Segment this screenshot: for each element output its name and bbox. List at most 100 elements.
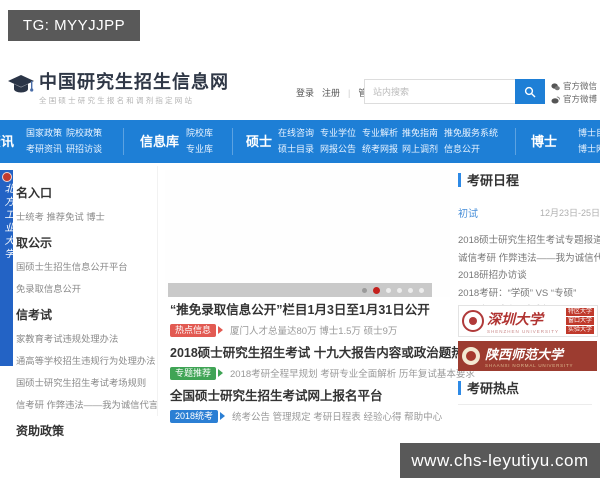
schedule-title-label: 考研日程 <box>467 173 520 188</box>
news-list: “推免录取信息公开”栏目1月3日至1月31日公开 热点信息 厦门人才总量达80万… <box>170 303 476 432</box>
shaanxi-university-seal-icon <box>462 347 480 365</box>
shenzhen-university-name-en: SHENZHEN UNIVERSITY <box>487 328 560 334</box>
nav-link-major-analysis[interactable]: 专业解析 <box>362 126 398 142</box>
nav-link-school-policy[interactable]: 院校政策 <box>66 126 102 142</box>
sidebar-section-admission: 取公示 <box>16 236 53 250</box>
shaanxi-normal-university-ad[interactable]: 陕西师范大学 SHAANXI NORMAL UNIVERSITY <box>458 341 597 371</box>
shenzhen-university-ad[interactable]: 深圳大学 SHENZHEN UNIVERSITY 特区大学 窗口大学 实验大学 <box>458 305 598 337</box>
section-accent-bar <box>458 172 461 187</box>
carousel-dot-3[interactable] <box>386 287 391 293</box>
news-badge-topic[interactable]: 专题推荐 <box>170 366 217 380</box>
search-icon <box>524 86 536 97</box>
sidebar-link-row[interactable]: 信考研 作弊违法——我为诚信代言 <box>16 397 157 411</box>
news-meta: 2018统考 统考公告 管理规定 考研日程表 经验心得 帮助中心 <box>170 409 452 423</box>
nav-link-interview[interactable]: 研招访谈 <box>66 142 102 158</box>
nav-link-phd-catalog[interactable]: 博士目录 <box>578 126 600 142</box>
schedule-item[interactable]: 2018硕士研究生招生考试专题报道 <box>458 232 600 250</box>
schedule-item[interactable]: 2018研招办访谈 <box>458 267 600 285</box>
main-nav: 资讯 国家政策 考研资讯 院校政策 研招访谈 信息库 院校库 专业库 硕士 在线… <box>0 120 600 163</box>
nav-link-online-adjust[interactable]: 网上调剂 <box>402 142 438 158</box>
nav-link-tuimian-guide[interactable]: 推免指南 <box>402 126 438 142</box>
shenzhen-taglines: 特区大学 窗口大学 实验大学 <box>565 308 594 334</box>
login-link[interactable]: 登录 <box>296 86 314 99</box>
nav-section-master[interactable]: 硕士 <box>246 120 272 163</box>
nav-col-master-5: 推免服务系统 信息公开 <box>444 126 498 157</box>
schedule-item[interactable]: 2018考研：“学硕” VS “专硕” <box>458 285 600 303</box>
right-column: 考研日程 初试 12月23日-25日 2018硕士研究生招生考试专题报道 诚信考… <box>458 170 600 320</box>
shenzhen-ad-text: 深圳大学 SHENZHEN UNIVERSITY <box>487 309 566 334</box>
nav-divider-2 <box>232 128 233 155</box>
nav-link-major-db[interactable]: 专业库 <box>186 142 213 158</box>
graduation-cap-icon <box>8 75 34 93</box>
section-accent-bar <box>458 380 461 395</box>
news-badge-hot[interactable]: 热点信息 <box>170 323 217 337</box>
official-weibo-link[interactable]: 官方微博 <box>551 93 597 106</box>
nav-link-professional-degree[interactable]: 专业学位 <box>320 126 356 142</box>
nav-divider-1 <box>123 128 124 155</box>
search-button[interactable] <box>515 79 545 104</box>
carousel-dot-5[interactable] <box>408 287 413 293</box>
schedule-phase-row: 初试 12月23日-25日 <box>458 205 600 220</box>
schedule-date-range: 12月23日-25日 <box>539 208 600 218</box>
sidebar-link-row[interactable]: 国硕士研究生招生考试考场规则 <box>16 375 157 389</box>
badge-arrow-icon <box>218 326 224 334</box>
badge-arrow-icon <box>220 412 226 420</box>
news-badge-exam[interactable]: 2018统考 <box>170 409 219 423</box>
carousel-dot-2-active[interactable] <box>373 286 380 294</box>
news-sublinks[interactable]: 厦门人才总量达80万 博士1.5万 硕士9万 <box>230 323 397 337</box>
nav-link-national-policy[interactable]: 国家政策 <box>26 126 62 142</box>
nav-link-info-disclosure[interactable]: 信息公开 <box>444 142 498 158</box>
news-item: “推免录取信息公开”栏目1月3日至1月31日公开 热点信息 厦门人才总量达80万… <box>170 303 452 337</box>
news-sublinks[interactable]: 统考公告 管理规定 考研日程表 经验心得 帮助中心 <box>232 409 442 423</box>
search-input[interactable] <box>365 80 515 103</box>
carousel-dot-6[interactable] <box>419 287 424 293</box>
nav-link-school-db[interactable]: 院校库 <box>186 126 213 142</box>
vertical-university-ad-banner[interactable]: 北方工业大学 <box>0 170 13 366</box>
sidebar-section-funding: 资助政策 <box>16 424 65 438</box>
nav-col-master-4: 推免指南 网上调剂 <box>402 126 438 157</box>
logo-text: 中国研究生招生信息网 全国硕士研究生报名和调剂指定网站 <box>39 72 229 106</box>
wechat-icon <box>551 82 560 90</box>
sidebar-link-row[interactable]: 士统考 推荐免试 博士 <box>16 209 157 223</box>
nav-link-kaoyan-news[interactable]: 考研资讯 <box>26 142 62 158</box>
nav-col-master-3: 专业解析 统考网报 <box>362 126 398 157</box>
news-sublinks[interactable]: 2018考研全程早规划 考研专业全面解析 历年复试基本要求 <box>230 366 475 380</box>
nav-link-tuimian-system[interactable]: 推免服务系统 <box>444 126 498 142</box>
nav-col-master-2: 专业学位 网报公告 <box>320 126 356 157</box>
nav-link-netreport-notice[interactable]: 网报公告 <box>320 142 356 158</box>
carousel-banner[interactable] <box>165 170 450 297</box>
weibo-icon <box>551 95 560 104</box>
sidebar-link-row[interactable]: 家教育考试违规处理办法 <box>16 331 157 345</box>
university-seal-icon <box>1 172 12 182</box>
news-item: 全国硕士研究生招生考试网上报名平台 2018统考 统考公告 管理规定 考研日程表… <box>170 389 452 423</box>
news-headline[interactable]: 2018硕士研究生招生考试 十九大报告内容或政治题热点 <box>170 346 476 361</box>
site-subtitle: 全国硕士研究生报名和调剂指定网站 <box>39 96 195 105</box>
nav-link-master-catalog[interactable]: 硕士目录 <box>278 142 314 158</box>
schedule-item[interactable]: 诚信考研 作弊违法——我为诚信代言 <box>458 250 600 268</box>
news-headline[interactable]: 全国硕士研究生招生考试网上报名平台 <box>170 389 452 404</box>
nav-section-info-db[interactable]: 信息库 <box>140 120 179 163</box>
sidebar-link-row[interactable]: 免录取信息公开 <box>16 281 157 295</box>
nav-link-phd-report[interactable]: 博士网报 <box>578 142 600 158</box>
nav-link-unified-exam-report[interactable]: 统考网报 <box>362 142 398 158</box>
nav-col-databases: 院校库 专业库 <box>186 126 213 157</box>
carousel-dot-1[interactable] <box>362 287 367 293</box>
social-links: 官方微信 官方微博 <box>551 80 597 106</box>
sidebar-link-row[interactable]: 通高等学校招生违规行为处理办法 <box>16 353 157 367</box>
nav-section-zixun[interactable]: 资讯 <box>0 120 14 163</box>
shenzhen-university-seal-icon <box>462 310 484 332</box>
tg-watermark-badge: TG: MYYJJPP <box>8 10 140 41</box>
hotspots-section-title: 考研热点 <box>458 378 519 397</box>
nav-col-school-policy: 院校政策 研招访谈 <box>66 126 102 157</box>
sidebar-link-row[interactable]: 国硕士生招生信息公开平台 <box>16 259 157 273</box>
nav-section-phd[interactable]: 博士 <box>531 120 557 163</box>
news-headline[interactable]: “推免录取信息公开”栏目1月3日至1月31日公开 <box>170 303 452 318</box>
nav-link-online-consult[interactable]: 在线咨询 <box>278 126 314 142</box>
register-link[interactable]: 注册 <box>322 86 340 99</box>
carousel-dot-4[interactable] <box>397 287 402 293</box>
vertical-banner-text: 北方工业大学 <box>2 183 13 261</box>
site-watermark: www.chs-leyutiyu.com <box>400 443 600 478</box>
site-logo[interactable]: 中国研究生招生信息网 全国硕士研究生报名和调剂指定网站 <box>8 72 229 106</box>
official-wechat-link[interactable]: 官方微信 <box>551 80 597 93</box>
shaanxi-university-name-en: SHAANXI NORMAL UNIVERSITY <box>485 363 574 368</box>
